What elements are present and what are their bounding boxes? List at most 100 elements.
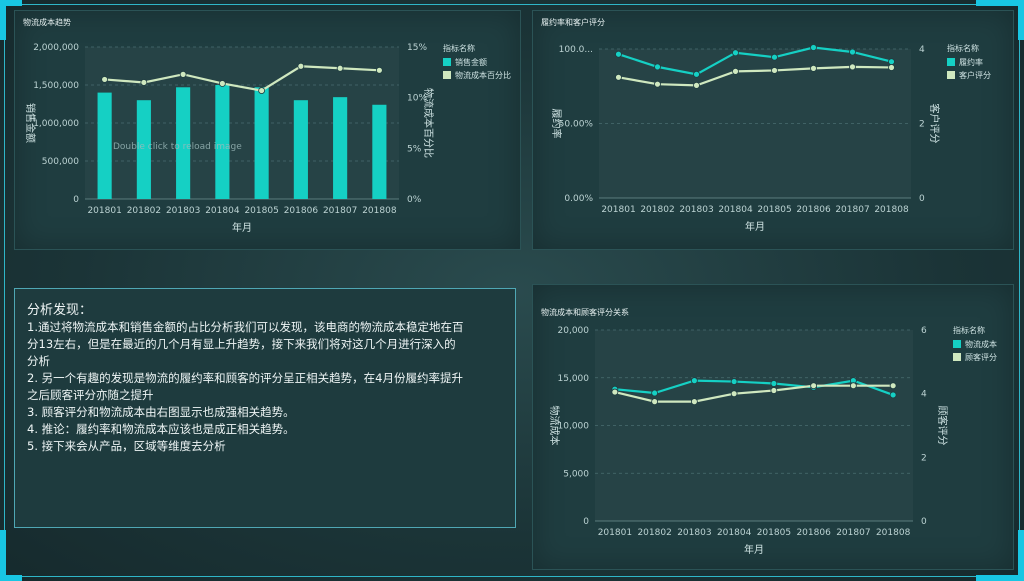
x-tick-label: 201805 xyxy=(757,528,791,538)
x-tick-label: 201801 xyxy=(601,205,635,215)
data-point xyxy=(889,391,897,399)
cost-rating-relation-title: 物流成本和顾客评分关系 xyxy=(541,308,629,317)
y-tick-label: 15,000 xyxy=(558,374,590,384)
bar xyxy=(293,100,308,199)
y2-tick-label: 4 xyxy=(921,390,927,400)
y2-tick-label: 15% xyxy=(407,43,427,53)
data-point xyxy=(336,64,344,72)
y-tick-label: 1,500,000 xyxy=(33,81,79,91)
y-axis-label: 履约率 xyxy=(550,109,563,139)
y-axis-label: 销售金额 xyxy=(24,103,37,143)
data-point xyxy=(690,398,698,406)
y2-tick-label: 2 xyxy=(919,120,925,130)
data-point xyxy=(730,378,738,385)
data-point xyxy=(375,66,383,74)
data-point xyxy=(770,387,778,394)
bar xyxy=(97,92,112,199)
y2-axis-label: 顾客评分 xyxy=(936,406,949,446)
corner-bottom-left-v xyxy=(0,530,6,581)
data-point xyxy=(179,70,187,78)
y-tick-label: 10,000 xyxy=(558,422,590,432)
x-tick-label: 201804 xyxy=(205,206,240,216)
y2-axis-label: 客户评分 xyxy=(928,104,941,144)
x-tick-label: 201801 xyxy=(598,528,632,538)
x-tick-label: 201803 xyxy=(679,205,713,215)
legend-label: 物流成本百分比 xyxy=(455,70,511,80)
data-point xyxy=(297,62,305,70)
fulfillment-rating-title: 履约率和客户评分 xyxy=(541,18,605,27)
data-point xyxy=(888,58,895,66)
x-tick-label: 201802 xyxy=(637,528,671,538)
x-tick-label: 201805 xyxy=(244,206,278,216)
x-tick-label: 201803 xyxy=(677,528,711,538)
y-tick-label: 500,000 xyxy=(42,157,79,167)
data-point xyxy=(615,73,622,81)
x-tick-label: 201807 xyxy=(323,206,357,216)
data-point xyxy=(654,63,661,71)
data-point xyxy=(849,63,856,71)
data-point xyxy=(810,64,817,72)
x-tick-label: 201806 xyxy=(796,528,831,538)
legend-label: 销售金额 xyxy=(455,57,487,67)
y-tick-label: 100.0... xyxy=(559,45,593,55)
y2-tick-label: 2 xyxy=(921,453,927,463)
corner-top-left-v xyxy=(0,0,6,40)
data-point xyxy=(810,44,817,51)
x-axis-label: 年月 xyxy=(745,220,765,233)
data-point xyxy=(770,380,778,387)
fulfillment-rating-panel: 履约率和客户评分 0.00% 50.00% 100.0... 0 2 4 201801 201… xyxy=(532,10,1014,250)
data-point xyxy=(849,48,856,56)
y2-tick-label: 0% xyxy=(407,195,422,205)
data-point xyxy=(611,388,619,396)
x-tick-label: 201804 xyxy=(717,528,752,538)
data-point xyxy=(732,49,739,57)
y-axis-label: 物流成本 xyxy=(548,406,561,446)
data-point xyxy=(615,50,622,58)
y-tick-label: 50.00% xyxy=(559,120,594,130)
x-tick-label: 201807 xyxy=(836,528,870,538)
data-point xyxy=(258,87,266,94)
corner-bottom-right xyxy=(976,575,1024,581)
analysis-line: 5. 接下来会从产品，区域等维度去分析 xyxy=(27,439,226,453)
legend-label: 物流成本 xyxy=(965,339,997,349)
data-point xyxy=(693,70,700,78)
data-point xyxy=(690,377,698,385)
analysis-line: 之后顾客评分亦随之提升 xyxy=(27,388,154,402)
x-tick-label: 201802 xyxy=(127,206,161,216)
x-axis-label: 年月 xyxy=(232,221,252,234)
legend-swatch xyxy=(947,58,955,66)
legend-label: 顾客评分 xyxy=(965,352,997,362)
x-tick-label: 201806 xyxy=(284,206,319,216)
legend-swatch xyxy=(947,71,955,79)
y-tick-label: 0 xyxy=(73,195,79,205)
analysis-line: 分13左右，但是在最近的几个月有显上升趋势，接下来我们将对这几个月进行深入的 xyxy=(27,337,456,351)
analysis-line: 分析 xyxy=(27,354,50,368)
x-tick-label: 201808 xyxy=(876,528,911,538)
y2-axis-label: 物流成本百分比 xyxy=(422,88,435,158)
cost-rating-relation-panel: 物流成本和顾客评分关系 0 5,000 10,000 15,000 20,000 0 2 4 6… xyxy=(532,284,1014,570)
data-point xyxy=(140,79,148,86)
x-tick-label: 201804 xyxy=(718,205,753,215)
corner-top-right xyxy=(976,0,1024,6)
reload-hint-text: Double click to reload image xyxy=(113,142,242,152)
analysis-line: 3. 顾客评分和物流成本由右图显示也成强相关趋势。 xyxy=(27,405,295,419)
data-point xyxy=(771,53,778,61)
legend-swatch xyxy=(953,340,961,348)
x-tick-label: 201807 xyxy=(835,205,869,215)
legend-label: 履约率 xyxy=(959,57,983,67)
legend-label: 客户评分 xyxy=(959,70,991,80)
data-point xyxy=(771,67,778,74)
legend-swatch xyxy=(443,71,451,79)
data-point xyxy=(810,382,818,390)
logistics-cost-trend-panel: 物流成本趋势 0 500,000 1,000,000 1,500,000 2,000,0… xyxy=(14,10,521,250)
legend-swatch xyxy=(443,58,451,66)
data-point xyxy=(651,389,659,397)
y2-tick-label: 0 xyxy=(921,517,927,527)
y2-tick-label: 5% xyxy=(407,144,422,154)
y-tick-label: 5,000 xyxy=(563,469,589,479)
x-tick-label: 201801 xyxy=(87,206,121,216)
x-tick-label: 201802 xyxy=(640,205,674,215)
data-point xyxy=(651,398,659,406)
y-tick-label: 0 xyxy=(583,517,589,527)
data-point xyxy=(101,76,109,83)
